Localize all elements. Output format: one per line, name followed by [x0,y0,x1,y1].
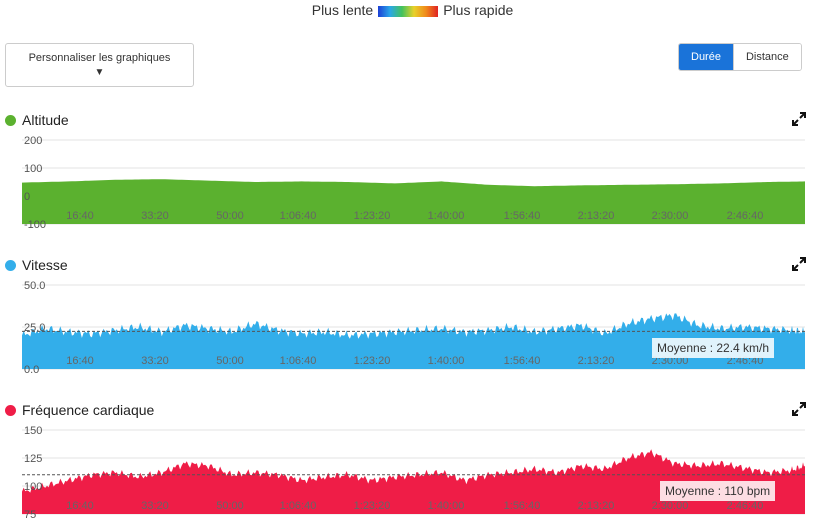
x-tick-label: 1:06:40 [280,210,317,222]
expand-altitude-icon[interactable] [792,112,806,126]
x-tick-label: 2:13:20 [578,355,615,367]
x-tick-label: 50:00 [216,500,244,512]
altitude-legend-dot [5,114,16,126]
x-tick-label: 2:30:00 [652,500,689,512]
x-tick-label: 2:46:40 [727,500,764,512]
heart-rate-title-text: Fréquence cardiaque [22,402,155,418]
y-tick-label: 150 [24,425,42,437]
y-tick-label: 100 [24,163,42,175]
customize-charts-label: Personnaliser les graphiques [28,52,171,64]
legend-slow-label: Plus lente [311,2,374,18]
x-tick-label: 16:40 [66,210,94,222]
speed-gradient-bar [378,5,439,17]
x-tick-label: 16:40 [66,500,94,512]
x-tick-label: 16:40 [66,355,94,367]
expand-speed-icon[interactable] [792,257,806,271]
x-tick-label: 1:40:00 [428,355,465,367]
x-tick-label: 1:56:40 [504,210,541,222]
altitude-chart: 200 100 0 -100 16:40 33:20 50:00 1:06:40 1:23:20… [22,135,805,231]
altitude-chart-title: Altitude [5,112,69,128]
duration-toggle-button[interactable]: Durée [679,44,733,70]
x-tick-label: 1:06:40 [280,355,317,367]
x-tick-label: 1:23:20 [354,355,391,367]
y-tick-label: 25.0 [24,322,45,334]
y-tick-label: 100 [24,481,42,493]
x-tick-label: 2:13:20 [578,210,615,222]
x-tick-label: 1:40:00 [428,500,465,512]
x-tick-label: 1:23:20 [354,210,391,222]
speed-color-legend: Plus lente Plus rapide [0,2,825,18]
heart-rate-average-label: Moyenne : 110 bpm [660,481,776,501]
x-tick-label: 33:20 [141,355,169,367]
x-tick-label: 1:56:40 [504,355,541,367]
expand-heart-rate-icon[interactable] [792,402,806,416]
x-tick-label: 1:06:40 [280,500,317,512]
speed-average-label: Moyenne : 22.4 km/h [652,338,775,358]
heart-rate-legend-dot [5,404,16,416]
altitude-title-text: Altitude [22,112,69,128]
x-tick-label: 33:20 [141,500,169,512]
speed-chart: 50.0 25.0 0.0 16:40 33:20 50:00 1:06:40 1:23:20… [22,280,805,376]
y-tick-label: 0.0 [24,364,39,376]
x-tick-label: 33:20 [141,210,169,222]
x-tick-label: 50:00 [216,355,244,367]
x-tick-label: 1:23:20 [354,500,391,512]
heart-rate-chart: 150 125 100 75 16:40 33:20 50:00 1:06:40 1:23:20… [22,425,805,521]
y-tick-label: 125 [24,453,42,465]
x-tick-label: 1:56:40 [504,500,541,512]
x-tick-label: 2:46:40 [727,210,764,222]
x-axis-mode-toggle: Durée Distance [678,43,802,71]
legend-fast-label: Plus rapide [443,2,514,18]
y-tick-label: -100 [24,219,46,231]
y-tick-label: 75 [24,509,36,521]
y-tick-label: 200 [24,135,42,147]
speed-chart-title: Vitesse [5,257,68,273]
y-tick-label: 0 [24,191,30,203]
x-tick-label: 2:13:20 [578,500,615,512]
speed-title-text: Vitesse [22,257,68,273]
x-tick-label: 50:00 [216,210,244,222]
customize-charts-button[interactable]: Personnaliser les graphiques ▼ [5,43,194,87]
x-tick-label: 1:40:00 [428,210,465,222]
heart-rate-chart-title: Fréquence cardiaque [5,402,154,418]
triangle-down-icon: ▼ [94,67,105,78]
distance-toggle-button[interactable]: Distance [732,44,801,70]
x-tick-label: 2:30:00 [652,210,689,222]
y-tick-label: 50.0 [24,280,45,292]
speed-legend-dot [5,259,16,271]
